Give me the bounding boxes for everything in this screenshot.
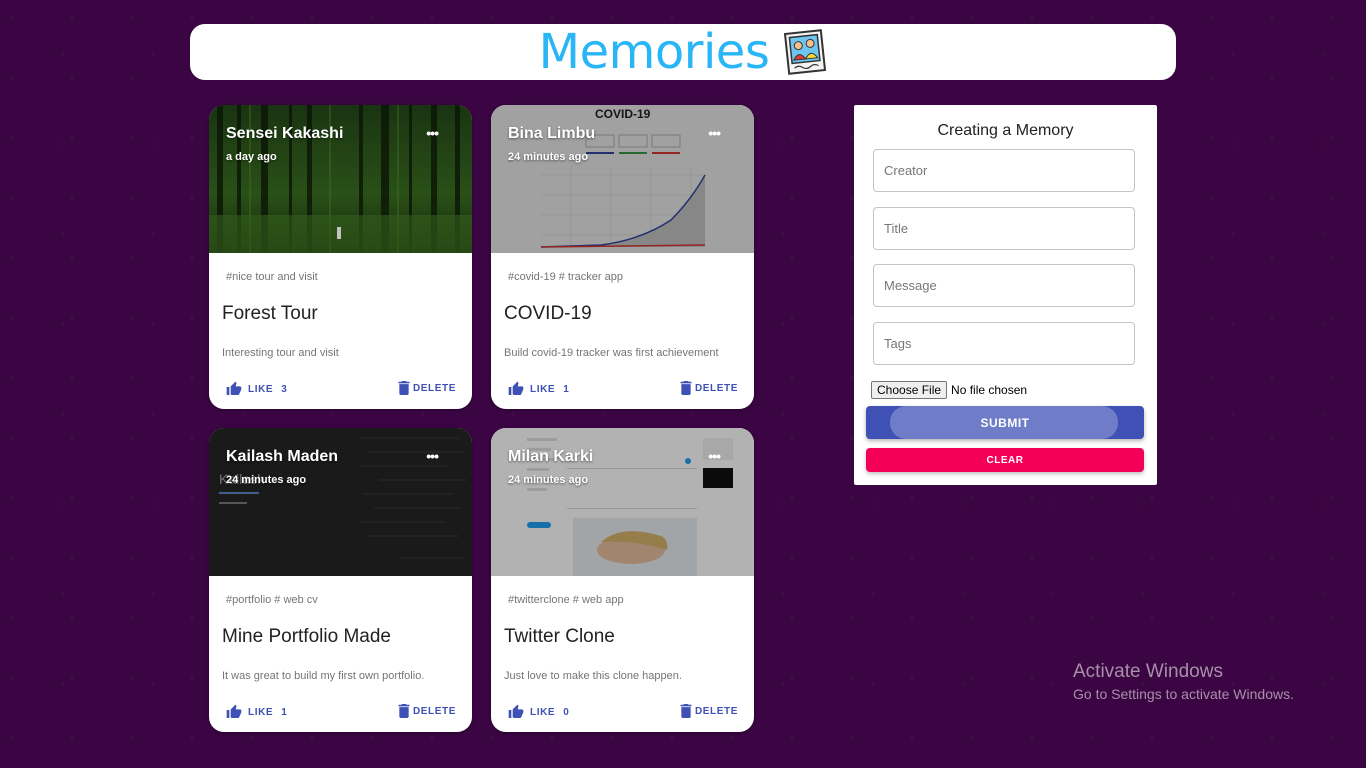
like-count: 1 — [281, 706, 288, 718]
delete-label: DELETE — [694, 382, 738, 394]
post-creator: Bina Limbu — [508, 125, 596, 142]
card-overlay: Kailash Maden 24 minutes ago — [226, 448, 338, 486]
post-creator: Milan Karki — [508, 448, 594, 465]
card-overlay: Sensei Kakashi a day ago — [226, 125, 343, 163]
message-input[interactable] — [873, 264, 1135, 307]
post-message: Build covid-19 tracker was first achieve… — [504, 347, 719, 359]
trash-icon — [680, 381, 692, 395]
delete-button[interactable]: DELETE — [680, 704, 738, 718]
post-title: Mine Portfolio Made — [222, 626, 391, 647]
like-label: LIKE — [530, 383, 556, 395]
watermark-subtitle: Go to Settings to activate Windows. — [1073, 686, 1294, 702]
memory-card: Sensei Kakashi a day ago ••• #nice tour … — [209, 105, 472, 409]
card-actions: LIKE 1 DELETE — [491, 371, 754, 409]
thumb-up-icon — [226, 381, 242, 395]
post-time: 24 minutes ago — [508, 151, 589, 163]
post-message: Just love to make this clone happen. — [504, 670, 682, 682]
card-image: Kailash Kailash Maden 24 minutes ago ••• — [209, 428, 472, 576]
like-button[interactable]: LIKE 1 — [226, 704, 287, 720]
post-creator: Kailash Maden — [226, 448, 339, 465]
delete-button[interactable]: DELETE — [680, 381, 738, 395]
app-title: Memories — [538, 24, 770, 80]
like-button[interactable]: LIKE 3 — [226, 381, 287, 397]
delete-button[interactable]: DELETE — [398, 381, 456, 395]
watermark-title: Activate Windows — [1073, 661, 1223, 682]
more-options-icon[interactable]: ••• — [708, 125, 721, 141]
like-button[interactable]: LIKE 0 — [508, 704, 569, 720]
post-tags: #twitterclone # web app — [508, 594, 624, 606]
choose-file-button[interactable]: Choose File — [871, 381, 948, 399]
delete-label: DELETE — [412, 705, 456, 717]
trash-icon — [398, 381, 410, 395]
post-time: a day ago — [226, 151, 277, 163]
thumb-up-icon — [508, 381, 524, 395]
card-image: Sensei Kakashi a day ago ••• — [209, 105, 472, 253]
trash-icon — [398, 704, 410, 718]
card-actions: LIKE 0 DELETE — [491, 694, 754, 732]
post-message: It was great to build my first own portf… — [222, 670, 425, 682]
post-tags: #portfolio # web cv — [226, 594, 318, 606]
tags-input[interactable] — [873, 322, 1135, 365]
post-title: Forest Tour — [222, 303, 318, 324]
card-image: COVID-19 Bina Limbu 24 minutes ago ••• — [491, 105, 754, 253]
post-time: 24 minutes ago — [508, 474, 589, 486]
like-label: LIKE — [248, 383, 274, 395]
trash-icon — [680, 704, 692, 718]
submit-label: SUBMIT — [980, 415, 1030, 430]
memories-photo-icon — [784, 29, 827, 75]
file-picker: Choose File No file chosen — [871, 381, 1027, 399]
delete-button[interactable]: DELETE — [398, 704, 456, 718]
memory-card: Kailash Kailash Maden 24 minutes ago •••… — [209, 428, 472, 732]
delete-label: DELETE — [412, 382, 456, 394]
creator-input[interactable] — [873, 149, 1135, 192]
post-tags: #covid-19 # tracker app — [508, 271, 623, 283]
like-label: LIKE — [530, 706, 556, 718]
memory-card: COVID-19 Bina Limbu 24 minutes ago ••• #… — [491, 105, 754, 409]
like-label: LIKE — [248, 706, 274, 718]
card-actions: LIKE 3 DELETE — [209, 371, 472, 409]
post-title: Twitter Clone — [504, 626, 615, 647]
more-options-icon[interactable]: ••• — [426, 448, 439, 464]
create-memory-form: Creating a Memory Choose File No file ch… — [854, 105, 1157, 485]
more-options-icon[interactable]: ••• — [426, 125, 439, 141]
like-count: 0 — [563, 706, 570, 718]
delete-label: DELETE — [694, 705, 738, 717]
card-overlay: Milan Karki 24 minutes ago — [508, 448, 593, 486]
card-actions: LIKE 1 DELETE — [209, 694, 472, 732]
post-creator: Sensei Kakashi — [226, 125, 344, 142]
post-tags: #nice tour and visit — [226, 271, 318, 283]
app-bar: Memories — [190, 24, 1176, 80]
file-status: No file chosen — [951, 383, 1028, 397]
card-image: Milan Karki 24 minutes ago ••• — [491, 428, 754, 576]
submit-button[interactable]: SUBMIT — [866, 406, 1144, 439]
like-count: 3 — [281, 383, 288, 395]
post-time: 24 minutes ago — [226, 474, 307, 486]
memory-card: Milan Karki 24 minutes ago ••• #twitterc… — [491, 428, 754, 732]
thumb-up-icon — [226, 704, 242, 718]
like-button[interactable]: LIKE 1 — [508, 381, 569, 397]
like-count: 1 — [563, 383, 570, 395]
windows-activation-watermark: Activate Windows Go to Settings to activ… — [1073, 661, 1294, 702]
title-input[interactable] — [873, 207, 1135, 250]
clear-label: CLEAR — [986, 454, 1024, 466]
post-message: Interesting tour and visit — [222, 347, 339, 359]
post-title: COVID-19 — [504, 303, 592, 324]
clear-button[interactable]: CLEAR — [866, 448, 1144, 472]
thumb-up-icon — [508, 704, 524, 718]
form-heading: Creating a Memory — [937, 122, 1074, 139]
card-overlay: Bina Limbu 24 minutes ago — [508, 125, 595, 163]
more-options-icon[interactable]: ••• — [708, 448, 721, 464]
